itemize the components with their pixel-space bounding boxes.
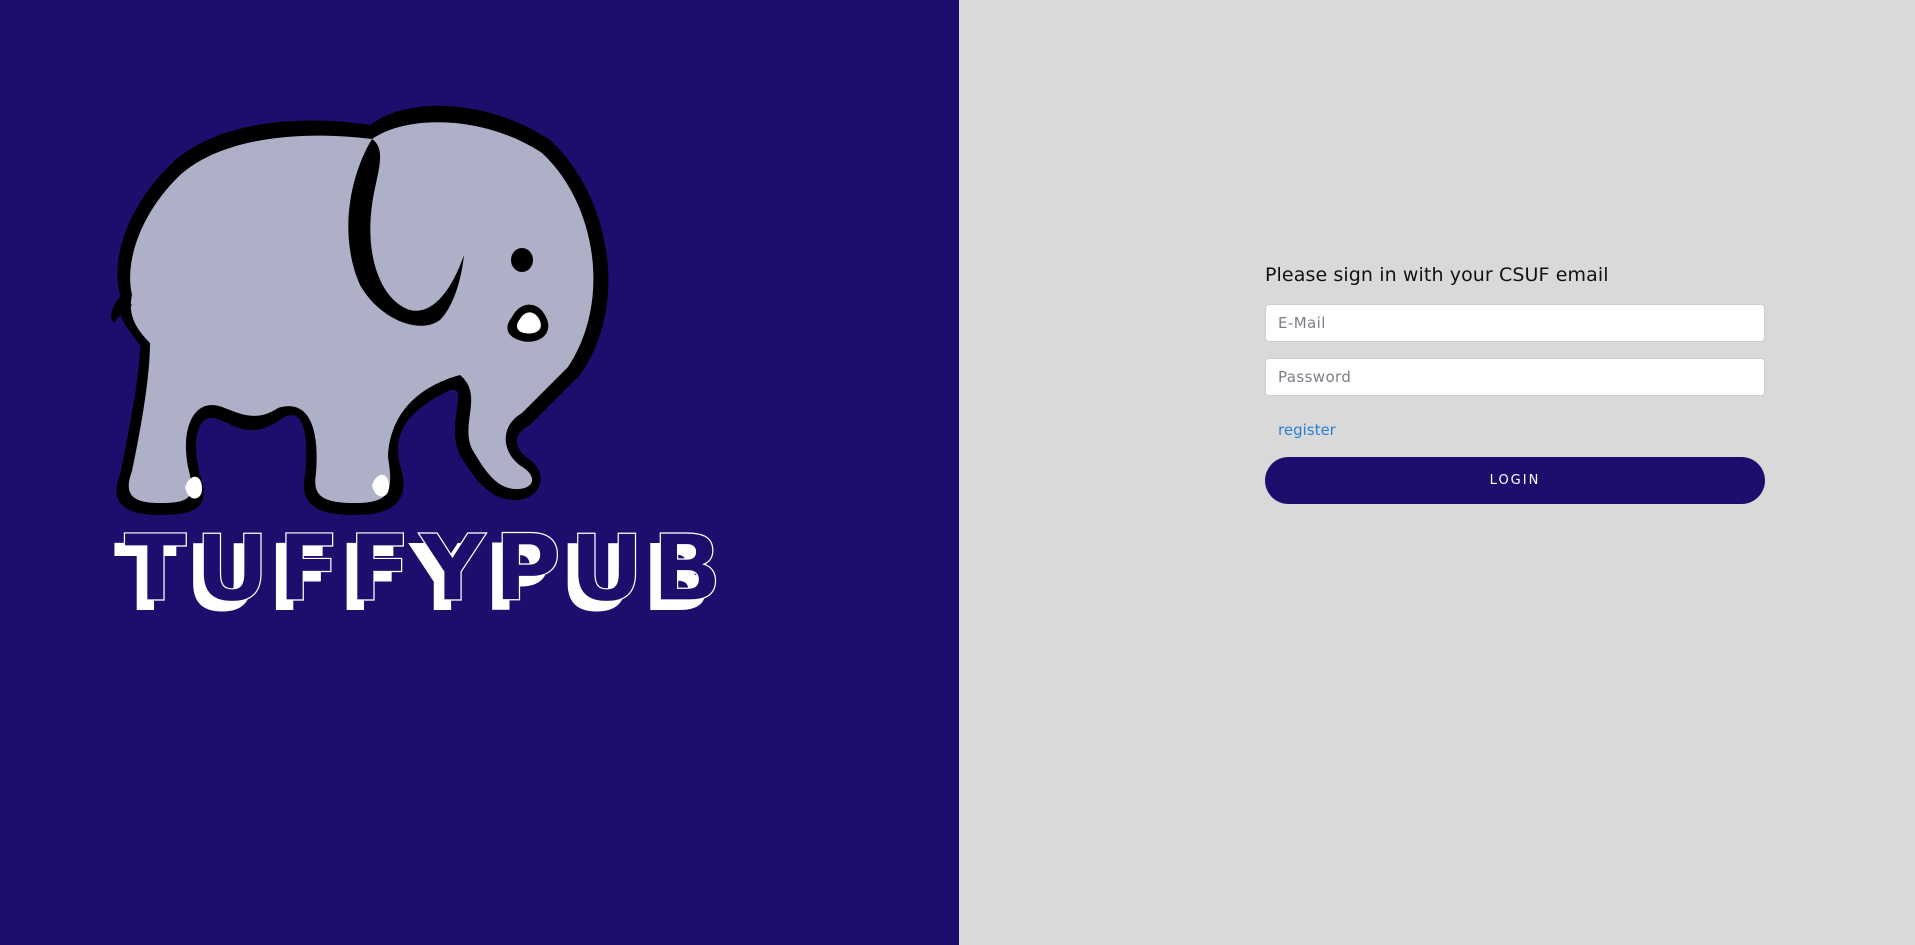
email-field[interactable]	[1265, 304, 1765, 342]
login-page: TUFFYPUB TUFFYPUB Please sign in with yo…	[0, 0, 1915, 945]
login-button[interactable]: LOGIN	[1265, 457, 1765, 504]
svg-text:TUFFYPUB: TUFFYPUB	[124, 515, 730, 622]
register-link[interactable]: register	[1278, 420, 1336, 440]
sign-in-prompt: Please sign in with your CSUF email	[1265, 264, 1609, 286]
tuffypub-wordmark: TUFFYPUB TUFFYPUB	[114, 514, 730, 625]
login-panel: Please sign in with your CSUF email regi…	[959, 0, 1915, 945]
brand-panel: TUFFYPUB TUFFYPUB	[0, 0, 959, 945]
password-field[interactable]	[1265, 358, 1765, 396]
elephant-icon	[111, 105, 609, 515]
login-form: Please sign in with your CSUF email regi…	[1265, 262, 1765, 504]
tuffypub-logo: TUFFYPUB TUFFYPUB	[110, 105, 770, 625]
